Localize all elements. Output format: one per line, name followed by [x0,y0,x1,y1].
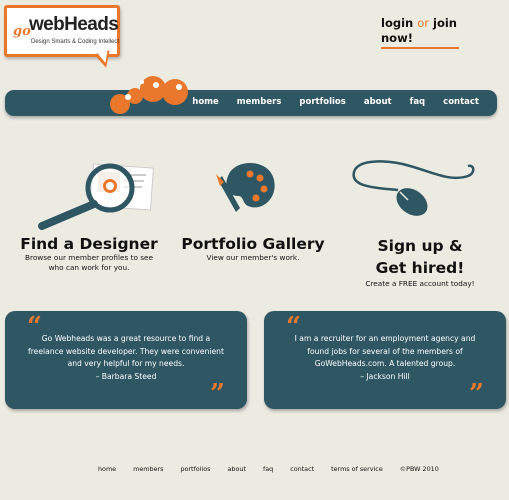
feature-title[interactable]: Find a Designer [14,235,164,253]
site-logo[interactable]: go webHeads Design Smarts & Coding Intel… [4,5,120,57]
feature-portfolio-gallery: Portfolio Gallery View our member's work… [178,235,328,263]
login-or-text: or [417,16,429,30]
testimonial-text: I am a recruiter for an employment agenc… [294,334,476,381]
copyright: ©PBW 2010 [399,465,439,473]
nav-members[interactable]: members [237,97,282,107]
footer-faq[interactable]: faq [263,465,273,473]
feature-title[interactable]: Get hired! [345,257,495,279]
feature-title[interactable]: Sign up & [345,235,495,257]
logo-name-text: webHeads [29,14,119,35]
feature-desc: Create a FREE account today! [365,279,475,288]
feature-sign-up: Sign up & Get hired! Create a FREE accou… [345,235,495,289]
footer-home[interactable]: home [98,465,116,473]
feature-desc: View our member's work. [206,253,300,262]
nav-contact[interactable]: contact [443,97,479,107]
testimonial-box: “ I am a recruiter for an employment age… [264,311,506,409]
join-link[interactable]: join [433,16,457,30]
footer-terms[interactable]: terms of service [331,465,383,473]
computer-mouse-icon [352,160,475,216]
login-join-area: login or join now! [381,16,459,49]
main-nav: home members portfolios about faq contac… [174,97,479,107]
testimonial-text: Go Webheads was a great resource to find… [28,334,224,381]
nav-about[interactable]: about [364,97,392,107]
nav-portfolios[interactable]: portfolios [299,97,345,107]
footer-contact[interactable]: contact [290,465,314,473]
paint-palette-icon [216,162,275,212]
footer-about[interactable]: about [228,465,246,473]
footer-nav: home members portfolios about faq contac… [98,465,439,473]
feature-desc: Browse our member profiles to see [24,253,154,262]
feature-title[interactable]: Portfolio Gallery [178,235,328,253]
logo-tagline: Design Smarts & Coding Intellect [31,39,120,45]
join-now-link[interactable]: now! [381,31,413,45]
footer-portfolios[interactable]: portfolios [180,465,210,473]
login-link[interactable]: login [381,16,413,30]
nav-faq[interactable]: faq [410,97,426,107]
main-nav-bar: home members portfolios about faq contac… [5,90,497,116]
testimonial-box: “ Go Webheads was a great resource to fi… [5,311,247,409]
bubbles-decoration [110,76,188,114]
feature-find-designer: Find a Designer Browse our member profil… [14,235,164,273]
close-quote-icon: ” [469,379,484,409]
feature-desc: who can work for you. [48,263,130,272]
footer-members[interactable]: members [133,465,163,473]
magnifier-profile-icon [38,163,154,230]
close-quote-icon: ” [210,379,225,409]
